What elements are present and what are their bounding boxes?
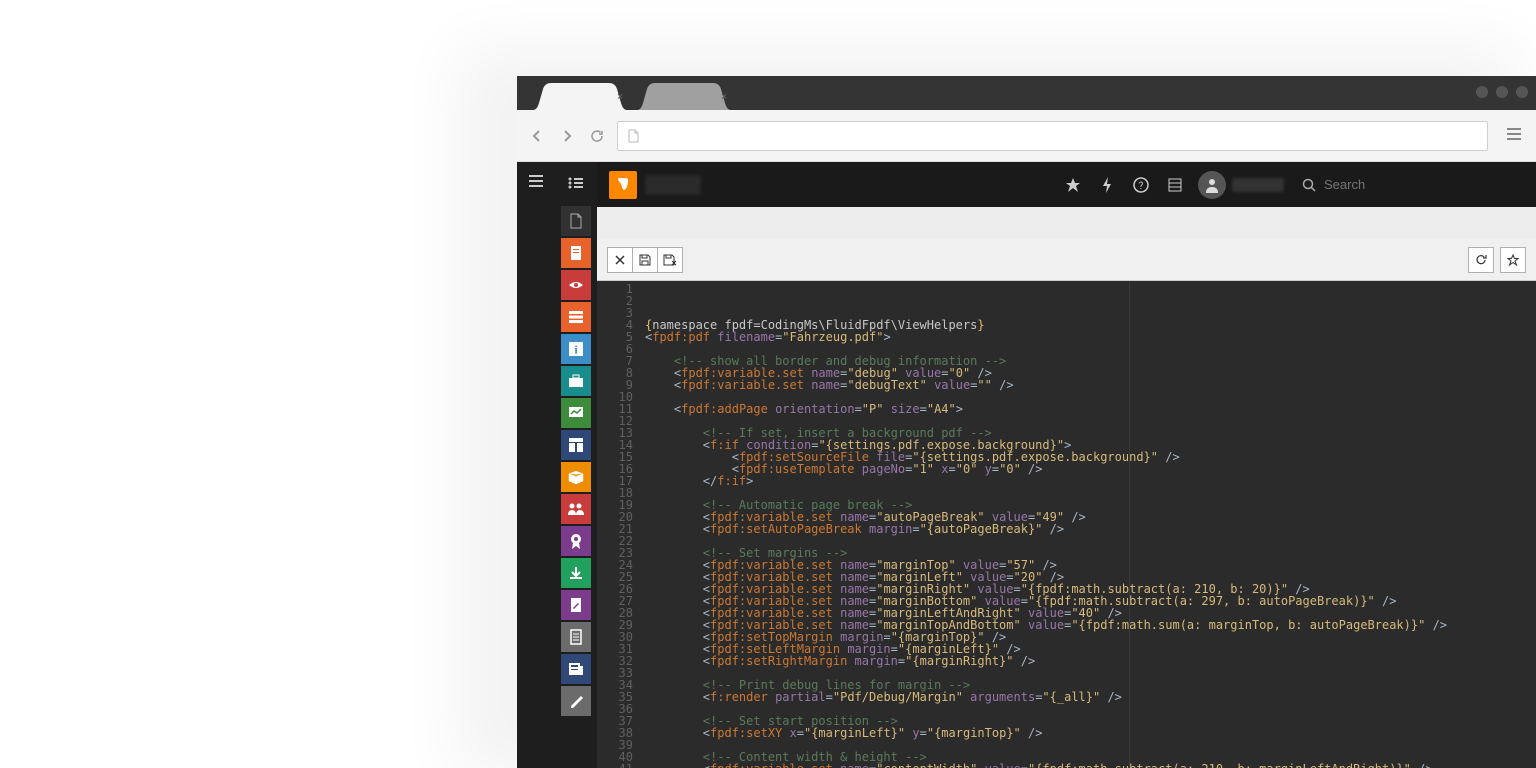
window-close[interactable]	[1516, 86, 1528, 98]
module-pen[interactable]	[561, 686, 591, 716]
window-minimize[interactable]	[1476, 86, 1488, 98]
forward-button[interactable]	[557, 126, 577, 146]
page-icon	[626, 129, 640, 143]
code-line[interactable]: <fpdf:pdf filename="Fahrzeug.pdf">	[645, 331, 1536, 343]
module-file[interactable]	[561, 206, 591, 236]
code-line[interactable]: <fpdf:variable.set name="contentWidth" v…	[645, 763, 1536, 768]
module-users[interactable]	[561, 494, 591, 524]
menu-button[interactable]	[1506, 126, 1526, 146]
module-news[interactable]	[561, 654, 591, 684]
line-gutter: 1234567891011121314151617181920212223242…	[597, 281, 639, 768]
browser-tab-inactive[interactable]: ×	[629, 83, 739, 110]
bookmark-icon[interactable]	[1056, 168, 1090, 202]
code-line[interactable]: <fpdf:setRightMargin margin="{marginRigh…	[645, 655, 1536, 667]
close-icon[interactable]: ×	[617, 90, 623, 103]
app-topbar: ?	[597, 162, 1536, 207]
module-download[interactable]	[561, 558, 591, 588]
search-input[interactable]	[1324, 177, 1524, 192]
code-area[interactable]: {namespace fpdf=CodingMs\FluidFpdf\ViewH…	[639, 281, 1536, 768]
save-button[interactable]	[632, 247, 658, 273]
module-box[interactable]	[561, 462, 591, 492]
browser-titlebar: × ×	[517, 76, 1536, 110]
module-doc[interactable]	[561, 622, 591, 652]
code-line[interactable]: <fpdf:addPage orientation="P" size="A4">	[645, 403, 1536, 415]
code-line[interactable]: <fpdf:setXY x="{marginLeft}" y="{marginT…	[645, 727, 1536, 739]
site-name-blurred	[645, 175, 701, 195]
search-field[interactable]	[1302, 177, 1524, 192]
module-bar: i	[555, 162, 597, 768]
code-line[interactable]: <fpdf:variable.set name="debugText" valu…	[645, 379, 1536, 391]
code-line[interactable]: </f:if>	[645, 475, 1536, 487]
module-layout[interactable]	[561, 430, 591, 460]
module-page[interactable]	[561, 238, 591, 268]
save-close-button[interactable]	[657, 247, 683, 273]
app-sidebar	[517, 162, 555, 768]
action-bar	[597, 239, 1536, 281]
module-board[interactable]	[561, 398, 591, 428]
reload-button[interactable]	[587, 126, 607, 146]
window-maximize[interactable]	[1496, 86, 1508, 98]
typo3-logo-icon[interactable]	[609, 171, 637, 199]
refresh-button[interactable]	[1468, 247, 1494, 273]
code-line[interactable]: <fpdf:setAutoPageBreak margin="{autoPage…	[645, 523, 1536, 535]
svg-text:?: ?	[1139, 181, 1144, 192]
module-eye[interactable]	[561, 270, 591, 300]
doc-header-spacer	[597, 207, 1536, 239]
lightning-icon[interactable]	[1090, 168, 1124, 202]
address-bar[interactable]	[617, 121, 1488, 151]
browser-tab-active[interactable]: ×	[525, 83, 635, 110]
code-line[interactable]: <fpdf:useTemplate pageNo="1" x="0" y="0"…	[645, 463, 1536, 475]
search-icon	[1302, 178, 1316, 192]
code-editor[interactable]: 1234567891011121314151617181920212223242…	[597, 281, 1536, 768]
list-toggle-icon[interactable]	[557, 164, 595, 202]
module-list[interactable]	[561, 302, 591, 332]
module-edit[interactable]	[561, 590, 591, 620]
user-name-blurred	[1232, 178, 1284, 192]
back-button[interactable]	[527, 126, 547, 146]
app-icon[interactable]	[1158, 168, 1192, 202]
user-avatar[interactable]	[1198, 171, 1226, 199]
close-icon[interactable]: ×	[721, 90, 727, 103]
hamburger-icon[interactable]	[517, 162, 555, 200]
code-line[interactable]: <f:render partial="Pdf/Debug/Margin" arg…	[645, 691, 1536, 703]
module-info[interactable]: i	[561, 334, 591, 364]
module-briefcase[interactable]	[561, 366, 591, 396]
bookmark-button[interactable]	[1500, 247, 1526, 273]
browser-toolbar	[517, 110, 1536, 162]
close-button[interactable]	[607, 247, 633, 273]
module-medal[interactable]	[561, 526, 591, 556]
help-icon[interactable]: ?	[1124, 168, 1158, 202]
